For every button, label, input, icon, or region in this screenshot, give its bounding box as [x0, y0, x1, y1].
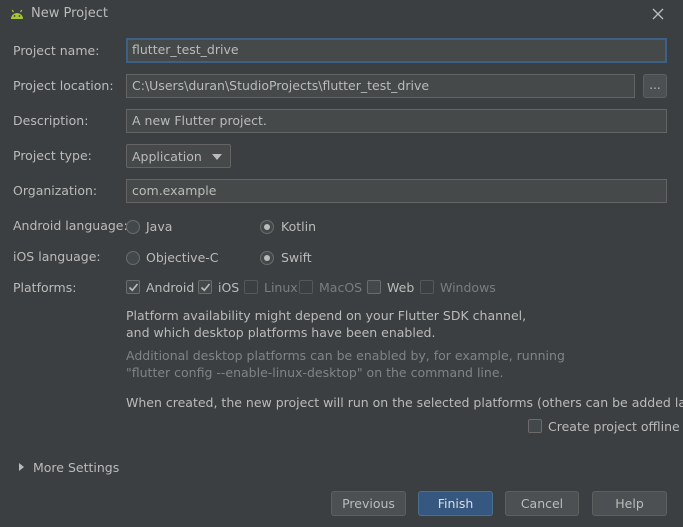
additional-note-line1: Additional desktop platforms can be enab… — [126, 348, 565, 363]
checkbox-android[interactable] — [126, 280, 140, 294]
checkbox-windows — [420, 280, 434, 294]
radio-java[interactable] — [126, 220, 140, 234]
more-settings-toggle[interactable]: More Settings — [33, 460, 119, 475]
checkbox-linux — [244, 280, 258, 294]
project-location-input[interactable]: C:\Users\duran\StudioProjects\flutter_te… — [126, 74, 635, 98]
android-icon — [11, 9, 23, 19]
previous-button[interactable]: Previous — [331, 491, 406, 516]
close-icon[interactable] — [651, 7, 665, 21]
project-name-label: Project name: — [13, 43, 100, 58]
cancel-button[interactable]: Cancel — [505, 491, 579, 516]
when-created-note: When created, the new project will run o… — [126, 395, 683, 410]
project-type-select[interactable]: Application — [126, 144, 231, 168]
title-bar: New Project — [0, 0, 683, 30]
radio-kotlin[interactable] — [260, 220, 274, 234]
checkbox-ios[interactable] — [198, 280, 212, 294]
description-input[interactable]: A new Flutter project. — [126, 109, 667, 133]
checkmark-icon — [128, 283, 139, 292]
description-label: Description: — [13, 113, 89, 128]
radio-kotlin-label: Kotlin — [281, 219, 316, 234]
radio-objective-c[interactable] — [126, 251, 140, 265]
additional-note-line2: "flutter config --enable-linux-desktop" … — [126, 365, 504, 380]
checkbox-web-label: Web — [387, 280, 415, 295]
checkbox-linux-label: Linux — [264, 280, 298, 295]
android-language-label: Android language: — [13, 218, 128, 233]
radio-objective-c-label: Objective-C — [146, 250, 219, 265]
chevron-down-icon — [212, 154, 222, 160]
checkbox-macos — [299, 280, 313, 294]
checkbox-windows-label: Windows — [440, 280, 496, 295]
checkmark-icon — [200, 283, 211, 292]
checkbox-android-label: Android — [146, 280, 195, 295]
browse-location-button[interactable]: ... — [643, 74, 667, 98]
finish-button[interactable]: Finish — [418, 491, 493, 516]
checkbox-create-offline[interactable] — [528, 419, 542, 433]
project-location-label: Project location: — [13, 78, 114, 93]
checkbox-web[interactable] — [367, 280, 381, 294]
radio-swift-label: Swift — [281, 250, 312, 265]
platforms-label: Platforms: — [13, 280, 77, 295]
checkbox-macos-label: MacOS — [319, 280, 363, 295]
project-type-label: Project type: — [13, 148, 92, 163]
help-button[interactable]: Help — [592, 491, 667, 516]
availability-note-line1: Platform availability might depend on yo… — [126, 308, 527, 323]
project-type-value: Application — [132, 149, 202, 164]
dialog-title: New Project — [31, 6, 108, 21]
checkbox-ios-label: iOS — [218, 280, 240, 295]
chevron-right-icon[interactable] — [19, 463, 24, 471]
availability-note-line2: and which desktop platforms have been en… — [126, 325, 436, 340]
ios-language-label: iOS language: — [13, 249, 101, 264]
project-name-input[interactable]: flutter_test_drive — [126, 38, 667, 63]
radio-swift[interactable] — [260, 251, 274, 265]
checkbox-create-offline-label: Create project offline — [548, 419, 680, 434]
organization-input[interactable]: com.example — [126, 179, 667, 203]
radio-java-label: Java — [146, 219, 173, 234]
organization-label: Organization: — [13, 183, 98, 198]
